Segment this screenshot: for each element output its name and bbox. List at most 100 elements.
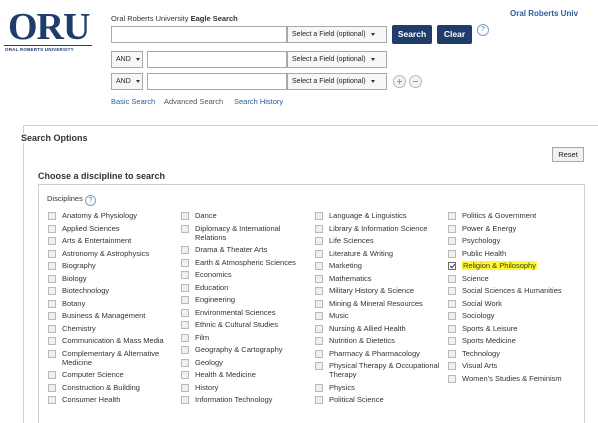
discipline-option[interactable]: Construction & Building [48,383,164,392]
search-button[interactable]: Search [392,25,432,44]
discipline-option[interactable]: Geography & Cartography [181,345,296,354]
discipline-option[interactable]: Earth & Atmospheric Sciences [181,258,296,267]
discipline-option[interactable]: Music [315,311,439,320]
discipline-checkbox[interactable] [315,287,323,295]
discipline-option[interactable]: Biology [48,274,164,283]
discipline-checkbox[interactable] [181,358,189,367]
discipline-checkbox[interactable] [315,396,323,404]
discipline-checkbox[interactable] [181,346,189,354]
discipline-checkbox[interactable] [448,224,456,233]
university-home-link[interactable]: Oral Roberts Univ [510,9,578,18]
discipline-option[interactable]: Ethnic & Cultural Studies [181,320,296,329]
discipline-option[interactable]: Engineering [181,295,296,304]
discipline-checkbox[interactable] [181,224,189,233]
discipline-option[interactable]: Botany [48,299,164,308]
discipline-option[interactable]: Science [448,274,562,283]
discipline-checkbox[interactable] [448,374,456,383]
field-select-1[interactable]: Select a Field (optional) [287,26,387,43]
discipline-checkbox[interactable] [448,262,456,270]
discipline-checkbox[interactable] [315,349,323,358]
discipline-checkbox[interactable] [315,262,323,270]
discipline-checkbox[interactable] [181,258,189,267]
discipline-checkbox[interactable] [181,321,189,329]
discipline-checkbox[interactable] [448,362,456,370]
clear-button[interactable]: Clear [437,25,472,44]
remove-row-icon[interactable] [409,75,422,88]
discipline-checkbox[interactable] [181,283,189,292]
discipline-checkbox[interactable] [181,383,189,392]
discipline-checkbox[interactable] [448,287,456,295]
basic-search-link[interactable]: Basic Search [111,97,155,106]
discipline-checkbox[interactable] [315,337,323,345]
discipline-option[interactable]: Political Science [315,395,439,404]
discipline-option[interactable]: Arts & Entertainment [48,236,164,245]
add-row-icon[interactable] [393,75,406,88]
discipline-checkbox[interactable] [315,362,323,370]
discipline-option[interactable]: Anatomy & Physiology [48,211,164,220]
boolean-select-2[interactable]: AND [111,51,143,68]
discipline-checkbox[interactable] [315,237,323,245]
discipline-checkbox[interactable] [181,308,189,317]
discipline-checkbox[interactable] [181,271,189,279]
boolean-select-3[interactable]: AND [111,73,143,90]
discipline-checkbox[interactable] [315,324,323,333]
discipline-option[interactable]: Computer Science [48,370,164,379]
discipline-checkbox[interactable] [48,349,56,358]
discipline-checkbox[interactable] [315,299,323,308]
discipline-checkbox[interactable] [181,333,189,342]
discipline-option[interactable]: Marketing [315,261,439,270]
discipline-checkbox[interactable] [48,371,56,379]
discipline-checkbox[interactable] [448,249,456,258]
discipline-checkbox[interactable] [48,212,56,220]
discipline-option[interactable]: Nutrition & Dietetics [315,336,439,345]
discipline-option[interactable]: Education [181,283,296,292]
discipline-option[interactable]: Dance [181,211,296,220]
discipline-option[interactable]: Applied Sciences [48,224,164,233]
discipline-checkbox[interactable] [448,349,456,358]
discipline-checkbox[interactable] [48,237,56,245]
discipline-checkbox[interactable] [448,324,456,333]
discipline-option[interactable]: Sports & Leisure [448,324,562,333]
discipline-option[interactable]: Life Sciences [315,236,439,245]
discipline-option[interactable]: Consumer Health [48,395,164,404]
discipline-option[interactable]: History [181,383,296,392]
discipline-option[interactable]: Mining & Mineral Resources [315,299,439,308]
discipline-checkbox[interactable] [448,237,456,245]
discipline-option[interactable]: Social Sciences & Humanities [448,286,562,295]
discipline-option[interactable]: Mathematics [315,274,439,283]
discipline-option[interactable]: Health & Medicine [181,370,296,379]
discipline-option[interactable]: Religion & Philosophy [448,261,562,270]
discipline-checkbox[interactable] [448,312,456,320]
discipline-option[interactable]: Sports Medicine [448,336,562,345]
field-select-2[interactable]: Select a Field (optional) [287,51,387,68]
discipline-option[interactable]: Diplomacy & International Relations [181,224,296,242]
oru-logo[interactable]: ORU ORAL ROBERTS UNIVERSITY [4,7,94,57]
discipline-option[interactable]: Power & Energy [448,224,562,233]
discipline-option[interactable]: Psychology [448,236,562,245]
discipline-option[interactable]: Library & Information Science [315,224,439,233]
discipline-checkbox[interactable] [181,371,189,379]
discipline-checkbox[interactable] [315,249,323,258]
search-input-3[interactable] [147,73,287,90]
discipline-option[interactable]: Drama & Theater Arts [181,245,296,254]
discipline-option[interactable]: Sociology [448,311,562,320]
discipline-option[interactable]: Physics [315,383,439,392]
discipline-checkbox[interactable] [181,212,189,220]
search-input-2[interactable] [147,51,287,68]
advanced-search-link[interactable]: Advanced Search [164,97,223,106]
discipline-option[interactable]: Complementary & Alternative Medicine [48,349,164,367]
discipline-option[interactable]: Environmental Sciences [181,308,296,317]
search-history-link[interactable]: Search History [234,97,283,106]
discipline-option[interactable]: Public Health [448,249,562,258]
field-select-3[interactable]: Select a Field (optional) [287,73,387,90]
discipline-option[interactable]: Literature & Writing [315,249,439,258]
discipline-checkbox[interactable] [315,383,323,392]
discipline-option[interactable]: Astronomy & Astrophysics [48,249,164,258]
discipline-option[interactable]: Women's Studies & Feminism [448,374,562,383]
help-icon[interactable]: ? [84,195,96,206]
discipline-option[interactable]: Pharmacy & Pharmacology [315,349,439,358]
discipline-option[interactable]: Geology [181,358,296,367]
discipline-checkbox[interactable] [181,396,189,404]
search-input-1[interactable] [111,26,287,43]
discipline-option[interactable]: Visual Arts [448,361,562,370]
